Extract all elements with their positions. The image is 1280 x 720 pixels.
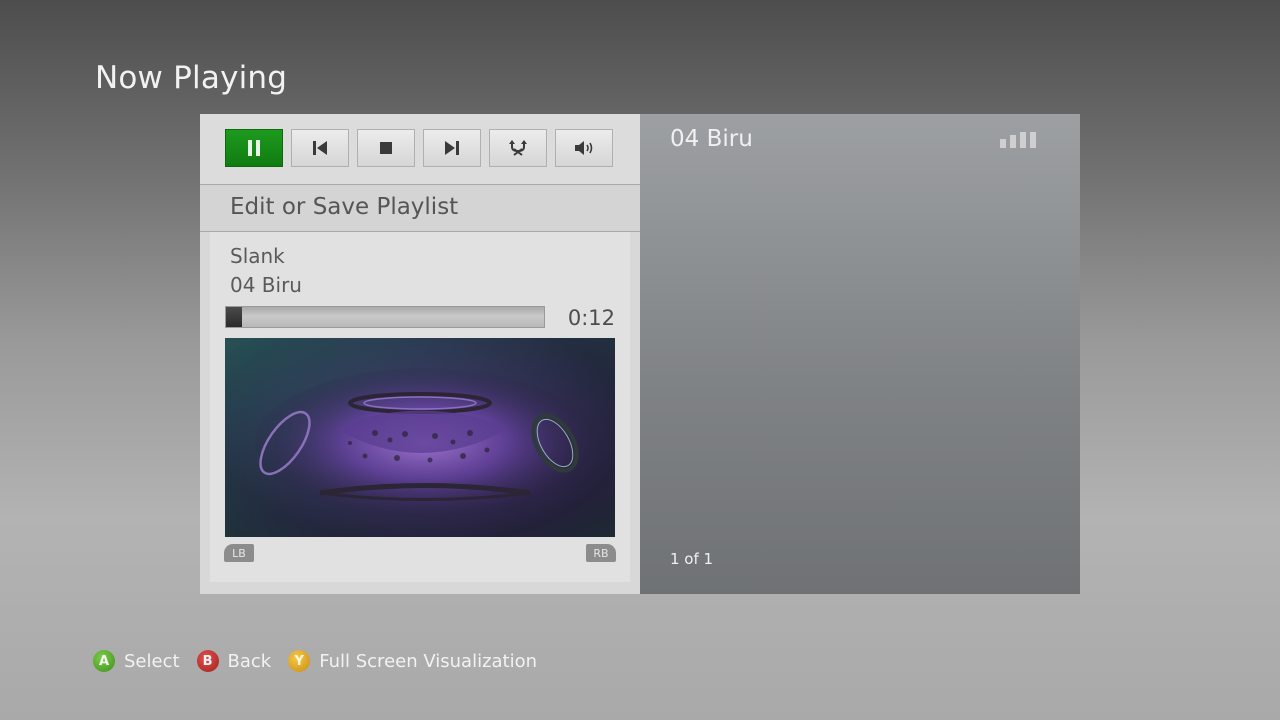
progress-bar [225,306,545,328]
page-indicator: 1 of 1 [670,550,714,568]
back-hint[interactable]: B Back [196,650,272,672]
transport-controls [200,114,640,185]
elapsed-time: 0:12 [567,306,615,330]
full-screen-visualization-hint[interactable]: Y Full Screen Visualization [288,650,537,672]
shuffle-repeat-icon [509,140,527,156]
queue-panel: 04 Biru 1 of 1 [640,114,1080,594]
queue-track-item[interactable]: 04 Biru [670,126,753,152]
pause-icon [248,140,260,156]
progress-fill [226,307,242,327]
visualizer [225,338,615,537]
artist-name: Slank [230,244,285,268]
now-playing-panel: Edit or Save Playlist Slank 04 Biru 0:12 [200,114,640,594]
shuffle-repeat-button[interactable] [489,129,547,167]
pause-button[interactable] [225,129,283,167]
select-label: Select [124,650,180,672]
select-hint[interactable]: A Select [93,650,180,672]
button-hints: A Select B Back Y Full Screen Visualizat… [93,649,554,673]
left-bumper-button[interactable]: LB [224,544,254,562]
page-title: Now Playing [95,60,288,96]
track-name: 04 Biru [230,273,302,297]
back-label: Back [227,650,272,672]
stop-icon [380,142,392,154]
visualizer-graphic [225,338,615,537]
track-info: Slank 04 Biru 0:12 LB RB [210,232,630,582]
volume-icon [575,141,593,155]
a-button-icon: A [93,650,115,672]
b-button-icon: B [196,650,219,672]
previous-track-icon [313,141,327,155]
full-screen-visualization-label: Full Screen Visualization [319,650,538,672]
playlist-label: Edit or Save Playlist [230,194,459,220]
right-bumper-button[interactable]: RB [586,544,616,562]
volume-button[interactable] [555,129,613,167]
equalizer-bars-icon [1000,132,1040,148]
next-button[interactable] [423,129,481,167]
next-track-icon [445,141,459,155]
previous-button[interactable] [291,129,349,167]
y-button-icon: Y [288,650,311,672]
stop-button[interactable] [357,129,415,167]
edit-save-playlist-item[interactable]: Edit or Save Playlist [200,185,640,232]
